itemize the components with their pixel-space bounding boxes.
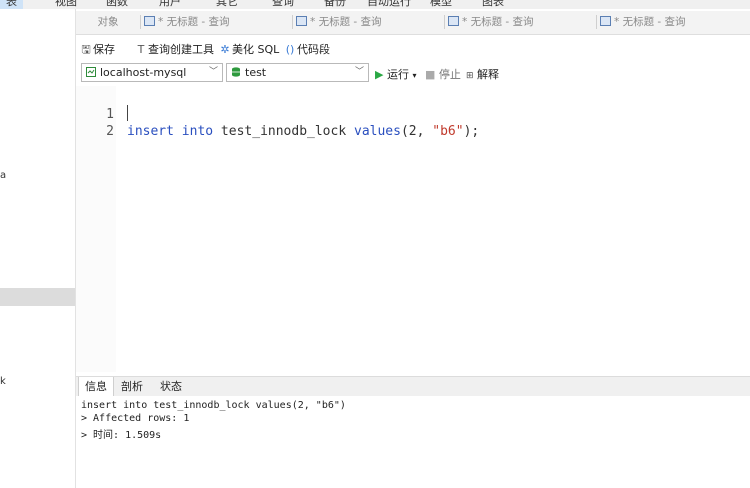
play-icon: ▶ bbox=[375, 68, 384, 81]
explain-button[interactable]: ⊞ 解释 bbox=[466, 66, 499, 82]
tab-objects[interactable]: 对象 bbox=[76, 11, 140, 34]
save-icon: 🖫 bbox=[81, 43, 91, 56]
menu-item-chart[interactable]: 图表 bbox=[482, 0, 504, 9]
tab-divider bbox=[140, 15, 141, 29]
connection-bar: localhost-mysql ﹀ test ﹀ ▶ 运行 ▾ ■ 停止 ⊞ 解… bbox=[76, 62, 750, 84]
tab-bar: 对象 * 无标题 - 查询 * 无标题 - 查询 * 无标题 - 查询 * 无标… bbox=[76, 11, 750, 35]
menu-item-function[interactable]: 函数 bbox=[106, 0, 128, 9]
tab-divider bbox=[596, 15, 597, 29]
result-tab-bar: 信息 剖析 状态 bbox=[76, 376, 750, 397]
menu-item-table[interactable]: 表 bbox=[0, 0, 23, 9]
beautify-sql-button[interactable]: ✲ 美化 SQL bbox=[220, 41, 279, 57]
menu-item-other[interactable]: 其它 bbox=[216, 0, 238, 9]
editor-line: 2 bbox=[76, 106, 750, 139]
stop-icon: ■ bbox=[425, 68, 436, 81]
line-number: 2 bbox=[106, 124, 114, 139]
tab-profile[interactable]: 剖析 bbox=[115, 377, 149, 396]
tab-query-4[interactable]: * 无标题 - 查询 bbox=[600, 11, 686, 34]
sql-editor[interactable]: 1 insert into test_innodb_lock values(2,… bbox=[76, 86, 750, 372]
query-tab-icon bbox=[144, 16, 155, 26]
menu-item-automation[interactable]: 自动运行 bbox=[367, 0, 411, 9]
menu-item-view[interactable]: 视图 bbox=[55, 0, 77, 9]
tab-status[interactable]: 状态 bbox=[154, 377, 188, 396]
explain-icon: ⊞ bbox=[466, 71, 474, 81]
text-cursor bbox=[127, 105, 128, 121]
run-button[interactable]: ▶ 运行 ▾ bbox=[375, 66, 416, 82]
stop-button[interactable]: ■ 停止 bbox=[425, 66, 461, 82]
tab-query-1[interactable]: * 无标题 - 查询 bbox=[144, 11, 230, 34]
connection-icon bbox=[86, 67, 96, 77]
code-text: insert into test_innodb_lock values(2, "… bbox=[127, 124, 480, 139]
query-tab-icon bbox=[600, 16, 611, 26]
caret-down-icon: ▾ bbox=[412, 71, 417, 80]
query-builder-button[interactable]: T 查询创建工具 bbox=[136, 41, 214, 57]
code-snippet-button[interactable]: () 代码段 bbox=[285, 41, 330, 57]
code-brackets-icon: () bbox=[285, 43, 295, 56]
save-button[interactable]: 🖫 保存 bbox=[81, 41, 115, 60]
menu-item-user[interactable]: 用户 bbox=[159, 0, 181, 9]
chevron-down-icon: ﹀ bbox=[354, 67, 364, 77]
result-line: insert into test_innodb_lock values(2, "… bbox=[81, 400, 346, 411]
tab-query-3[interactable]: * 无标题 - 查询 bbox=[448, 11, 534, 34]
query-builder-icon: T bbox=[137, 43, 145, 56]
tab-divider bbox=[292, 15, 293, 29]
tab-divider bbox=[444, 15, 445, 29]
result-line: > 时间: 1.509s bbox=[81, 430, 162, 441]
result-line: > Affected rows: 1 bbox=[81, 413, 190, 424]
menu-item-backup[interactable]: 备份 bbox=[324, 0, 346, 9]
editor-line: 1 insert into test_innodb_lock values(2,… bbox=[76, 89, 750, 139]
query-tab-icon bbox=[448, 16, 459, 26]
menu-item-query[interactable]: 查询 bbox=[272, 0, 294, 9]
query-tab-icon bbox=[296, 16, 307, 26]
menu-bar: 表 视图 函数 用户 其它 查询 备份 自动运行 模型 图表 bbox=[0, 0, 750, 9]
chevron-down-icon: ﹀ bbox=[208, 67, 218, 77]
tab-query-2[interactable]: * 无标题 - 查询 bbox=[296, 11, 382, 34]
result-message-pane: insert into test_innodb_lock values(2, "… bbox=[76, 396, 750, 488]
menu-item-model[interactable]: 模型 bbox=[430, 0, 452, 9]
sidebar-text-fragment: k bbox=[0, 376, 6, 387]
object-sidebar: a k bbox=[0, 9, 76, 488]
magic-wand-icon: ✲ bbox=[220, 43, 230, 56]
sidebar-text-fragment: a bbox=[0, 170, 7, 181]
database-icon bbox=[232, 67, 240, 77]
tab-info[interactable]: 信息 bbox=[78, 377, 114, 397]
database-select[interactable]: test ﹀ bbox=[226, 63, 369, 82]
sidebar-selected-item[interactable] bbox=[0, 288, 75, 306]
connection-select[interactable]: localhost-mysql ﹀ bbox=[81, 63, 223, 82]
query-toolbar: 🖫 保存 T 查询创建工具 ✲ 美化 SQL () 代码段 bbox=[76, 37, 750, 61]
